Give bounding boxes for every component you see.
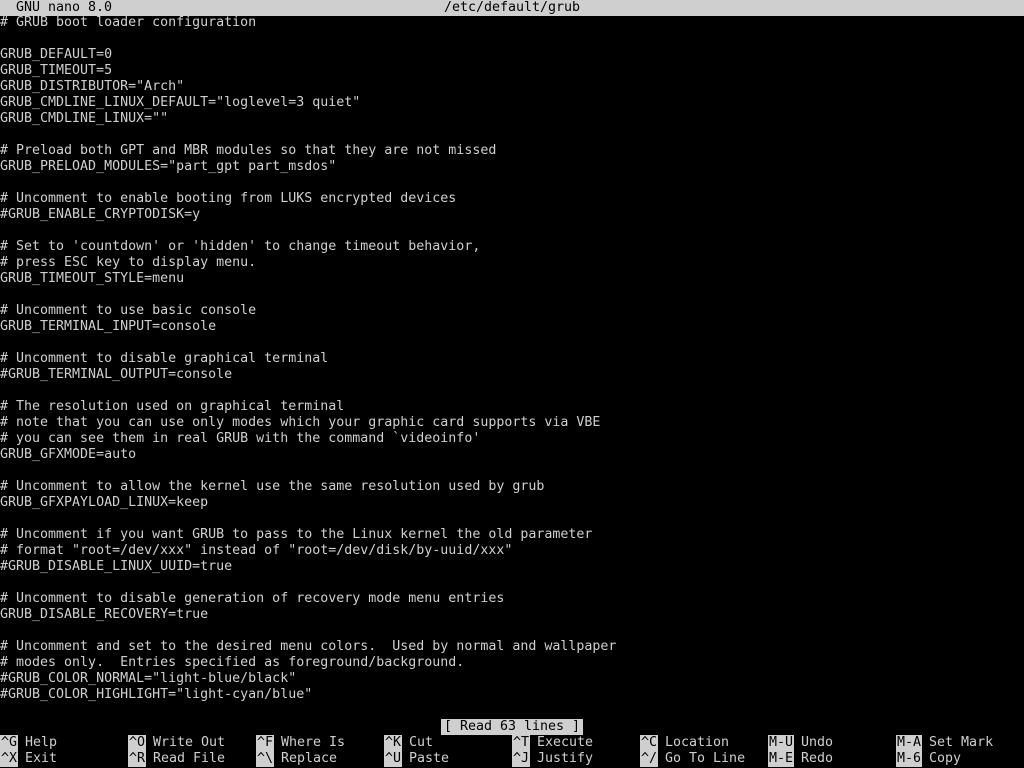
editor-line[interactable]: GRUB_CMDLINE_LINUX="": [0, 111, 1024, 127]
title-bar: /etc/default/grub GNU nano 8.0: [0, 0, 1024, 16]
shortcut-label: Execute: [537, 735, 594, 750]
editor-line[interactable]: #GRUB_COLOR_NORMAL="light-blue/black": [0, 671, 1024, 687]
editor-line[interactable]: [0, 223, 1024, 239]
shortcut-key: ^X: [0, 751, 19, 767]
editor-line[interactable]: GRUB_DEFAULT=0: [0, 47, 1024, 63]
shortcut-exit[interactable]: ^X Exit: [0, 751, 57, 767]
editor-line[interactable]: #GRUB_COLOR_HIGHLIGHT="light-cyan/blue": [0, 687, 1024, 703]
editor-line[interactable]: GRUB_TIMEOUT_STYLE=menu: [0, 271, 1024, 287]
editor-text-area[interactable]: # GRUB boot loader configuration GRUB_DE…: [0, 15, 1024, 715]
shortcut-key: ^K: [384, 735, 403, 751]
editor-line[interactable]: # Uncomment to disable graphical termina…: [0, 351, 1024, 367]
shortcut-where-is[interactable]: ^F Where Is: [256, 735, 345, 751]
editor-line[interactable]: # Uncomment to use basic console: [0, 303, 1024, 319]
shortcut-bar: ^G Help ^O Write Out ^F Where Is ^K Cut ^T Ex…: [0, 735, 1024, 767]
shortcut-key: ^T: [512, 735, 531, 751]
shortcut-label: Exit: [25, 751, 58, 766]
shortcut-set-mark[interactable]: M-A Set Mark: [896, 735, 993, 751]
shortcut-paste[interactable]: ^U Paste: [384, 751, 449, 767]
shortcut-undo[interactable]: M-U Undo: [768, 735, 833, 751]
editor-line[interactable]: #GRUB_TERMINAL_OUTPUT=console: [0, 367, 1024, 383]
shortcut-label: Justify: [537, 751, 594, 766]
editor-line[interactable]: GRUB_TIMEOUT=5: [0, 63, 1024, 79]
editor-line[interactable]: [0, 623, 1024, 639]
editor-line[interactable]: # GRUB boot loader configuration: [0, 15, 1024, 31]
shortcut-redo[interactable]: M-E Redo: [768, 751, 833, 767]
editor-line[interactable]: # Uncomment to allow the kernel use the …: [0, 479, 1024, 495]
editor-line[interactable]: #GRUB_DISABLE_LINUX_UUID=true: [0, 559, 1024, 575]
shortcut-key: M-A: [896, 735, 923, 751]
editor-line[interactable]: [0, 335, 1024, 351]
shortcut-location[interactable]: ^C Location: [640, 735, 729, 751]
shortcut-copy[interactable]: M-6 Copy: [896, 751, 961, 767]
editor-line[interactable]: [0, 383, 1024, 399]
editor-line[interactable]: [0, 127, 1024, 143]
editor-line[interactable]: GRUB_CMDLINE_LINUX_DEFAULT="loglevel=3 q…: [0, 95, 1024, 111]
shortcut-label: Location: [665, 735, 730, 750]
editor-line[interactable]: # Set to 'countdown' or 'hidden' to chan…: [0, 239, 1024, 255]
editor-line[interactable]: # Uncomment and set to the desired menu …: [0, 639, 1024, 655]
editor-line[interactable]: [0, 175, 1024, 191]
editor-line[interactable]: # The resolution used on graphical termi…: [0, 399, 1024, 415]
shortcut-help[interactable]: ^G Help: [0, 735, 57, 751]
shortcut-label: Copy: [929, 751, 962, 766]
shortcut-label: Cut: [409, 735, 434, 750]
shortcut-key: ^J: [512, 751, 531, 767]
shortcut-label: Read File: [153, 751, 226, 766]
editor-line[interactable]: GRUB_GFXPAYLOAD_LINUX=keep: [0, 495, 1024, 511]
editor-line[interactable]: [0, 463, 1024, 479]
editor-line[interactable]: GRUB_DISTRIBUTOR="Arch": [0, 79, 1024, 95]
editor-line[interactable]: GRUB_PRELOAD_MODULES="part_gpt part_msdo…: [0, 159, 1024, 175]
editor-line[interactable]: # note that you can use only modes which…: [0, 415, 1024, 431]
shortcut-justify[interactable]: ^J Justify: [512, 751, 593, 767]
editor-line[interactable]: # Uncomment to enable booting from LUKS …: [0, 191, 1024, 207]
shortcut-key: ^R: [128, 751, 147, 767]
shortcut-label: Undo: [801, 735, 834, 750]
editor-line[interactable]: # format "root=/dev/xxx" instead of "roo…: [0, 543, 1024, 559]
editor-line[interactable]: # Uncomment to disable generation of rec…: [0, 591, 1024, 607]
editor-line[interactable]: # modes only. Entries specified as foreg…: [0, 655, 1024, 671]
status-bar: [ Read 63 lines ]: [0, 719, 1024, 735]
shortcut-label: Write Out: [153, 735, 226, 750]
shortcut-key: ^F: [256, 735, 275, 751]
shortcut-cut[interactable]: ^K Cut: [384, 735, 433, 751]
shortcut-key: M-6: [896, 751, 923, 767]
shortcut-label: Where Is: [281, 735, 346, 750]
shortcut-label: Go To Line: [665, 751, 746, 766]
editor-line[interactable]: # press ESC key to display menu.: [0, 255, 1024, 271]
shortcut-key: ^G: [0, 735, 19, 751]
editor-line[interactable]: [0, 575, 1024, 591]
app-title: GNU nano 8.0: [16, 0, 113, 15]
editor-line[interactable]: # Preload both GPT and MBR modules so th…: [0, 143, 1024, 159]
editor-line[interactable]: # Uncomment if you want GRUB to pass to …: [0, 527, 1024, 543]
shortcut-key: M-E: [768, 751, 795, 767]
shortcut-replace[interactable]: ^\ Replace: [256, 751, 337, 767]
shortcut-label: Set Mark: [929, 735, 994, 750]
editor-line[interactable]: [0, 511, 1024, 527]
shortcut-label: Redo: [801, 751, 834, 766]
file-path: /etc/default/grub: [443, 0, 581, 15]
shortcut-key: ^/: [640, 751, 659, 767]
shortcut-write-out[interactable]: ^O Write Out: [128, 735, 225, 751]
editor-line[interactable]: # you can see them in real GRUB with the…: [0, 431, 1024, 447]
editor-line[interactable]: [0, 31, 1024, 47]
editor-line[interactable]: #GRUB_ENABLE_CRYPTODISK=y: [0, 207, 1024, 223]
shortcut-key: M-U: [768, 735, 795, 751]
shortcut-label: Replace: [281, 751, 338, 766]
shortcut-key: ^U: [384, 751, 403, 767]
editor-line[interactable]: GRUB_DISABLE_RECOVERY=true: [0, 607, 1024, 623]
editor-line[interactable]: GRUB_TERMINAL_INPUT=console: [0, 319, 1024, 335]
shortcut-label: Paste: [409, 751, 450, 766]
editor-line[interactable]: GRUB_GFXMODE=auto: [0, 447, 1024, 463]
shortcut-key: ^C: [640, 735, 659, 751]
shortcut-go-to-line[interactable]: ^/ Go To Line: [640, 751, 745, 767]
status-message: [ Read 63 lines ]: [440, 719, 584, 735]
shortcut-read-file[interactable]: ^R Read File: [128, 751, 225, 767]
shortcut-key: ^\: [256, 751, 275, 767]
editor-line[interactable]: [0, 287, 1024, 303]
shortcut-execute[interactable]: ^T Execute: [512, 735, 593, 751]
shortcut-key: ^O: [128, 735, 147, 751]
shortcut-label: Help: [25, 735, 58, 750]
